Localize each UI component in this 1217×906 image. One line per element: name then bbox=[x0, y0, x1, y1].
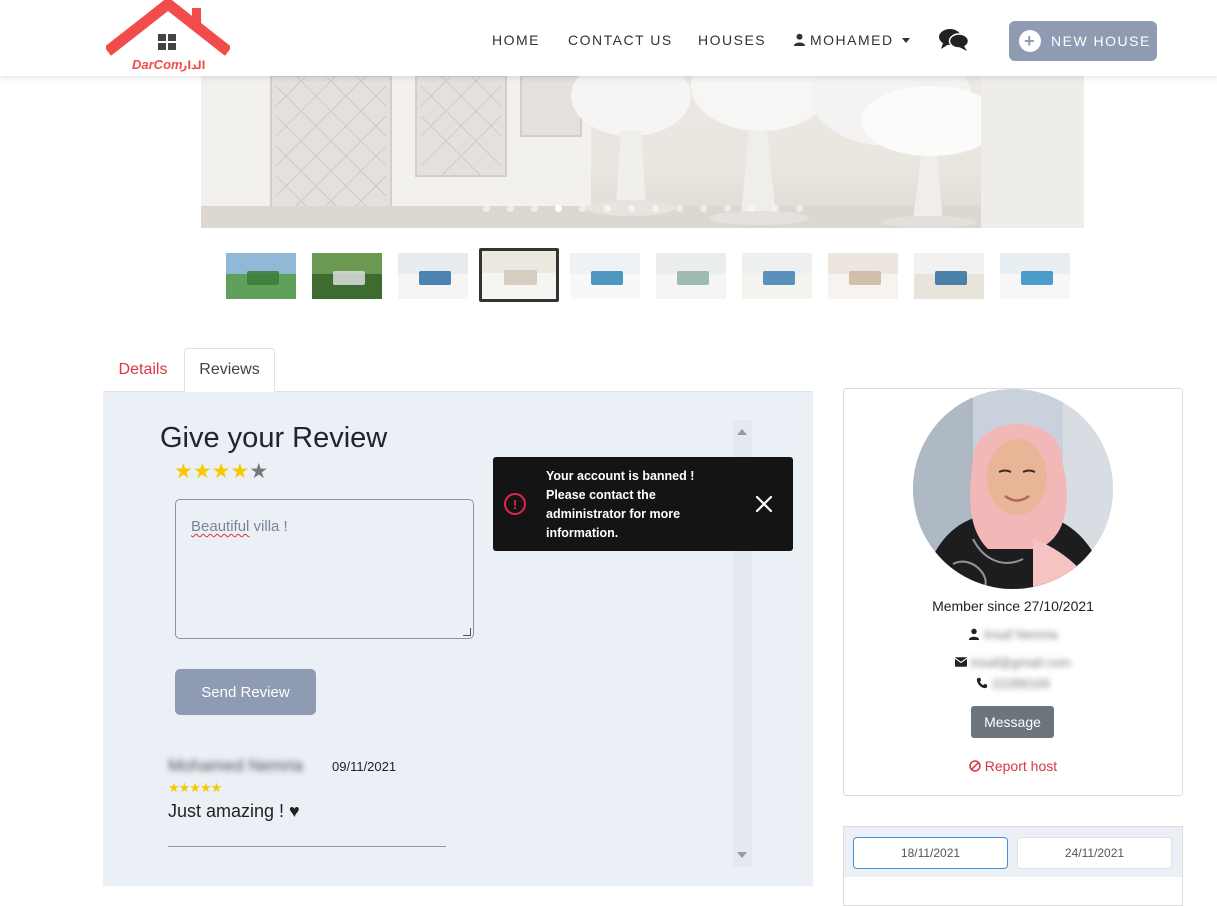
house-photo-main bbox=[201, 76, 1084, 228]
thumbnail-image-detail bbox=[677, 271, 709, 286]
house-photo-thumbnail[interactable] bbox=[828, 253, 898, 299]
host-email-row: insaf@gmail.com bbox=[843, 655, 1183, 670]
thumbnail-image-detail bbox=[763, 271, 795, 286]
house-photo-thumbnail[interactable] bbox=[570, 253, 640, 299]
thumbnail-image-detail bbox=[333, 271, 365, 286]
thumbnail-image-detail bbox=[849, 271, 881, 286]
user-name: MOHAMED bbox=[810, 32, 894, 48]
rating-star-icon[interactable]: ★ bbox=[193, 460, 212, 483]
plus-icon: + bbox=[1019, 30, 1041, 52]
chat-icon[interactable] bbox=[939, 28, 969, 52]
thumbnail-image-detail bbox=[935, 271, 967, 286]
new-house-label: NEW HOUSE bbox=[1051, 33, 1151, 49]
ban-icon bbox=[969, 760, 981, 772]
house-photo-thumbnail[interactable] bbox=[656, 253, 726, 299]
rating-star-icon[interactable]: ★ bbox=[249, 460, 268, 483]
review-form-title: Give your Review bbox=[160, 422, 388, 454]
house-photo-thumbnail[interactable] bbox=[742, 253, 812, 299]
carousel-dot[interactable] bbox=[724, 205, 731, 212]
carousel-dot[interactable] bbox=[651, 205, 659, 212]
host-avatar bbox=[913, 389, 1113, 589]
nav-houses-link[interactable]: HOUSES bbox=[698, 32, 766, 48]
review-date: 09/11/2021 bbox=[332, 759, 397, 774]
host-name-row: Insaf Nemria bbox=[843, 627, 1183, 642]
logo-text-latin: DarCom bbox=[132, 57, 183, 72]
reviewer-name: Mohamed Nemria bbox=[168, 756, 304, 775]
rating-star-icon[interactable]: ★ bbox=[230, 460, 249, 483]
review-divider bbox=[168, 846, 446, 847]
close-icon[interactable] bbox=[755, 495, 773, 513]
darcom-logo[interactable]: DarCom الدار bbox=[106, 0, 230, 74]
thumbnail-image-detail bbox=[419, 271, 451, 286]
thumbnail-image-detail bbox=[1021, 271, 1053, 286]
host-phone: 22289169 bbox=[991, 676, 1050, 691]
tab-details[interactable]: Details bbox=[103, 348, 183, 392]
logo-text-arabic: الدار bbox=[180, 59, 205, 72]
host-phone-row: 22289169 bbox=[843, 676, 1183, 691]
message-host-button[interactable]: Message bbox=[971, 706, 1054, 738]
host-name: Insaf Nemria bbox=[983, 627, 1058, 642]
carousel-dot[interactable] bbox=[699, 205, 707, 212]
carousel-dot[interactable] bbox=[603, 205, 611, 212]
house-photo-thumbnail[interactable] bbox=[914, 253, 984, 299]
review-text-input[interactable]: Beautiful villa ! bbox=[175, 499, 474, 639]
user-icon bbox=[793, 33, 806, 46]
review-text-word: Beautiful bbox=[191, 518, 250, 535]
thumbnail-image-detail bbox=[591, 271, 623, 286]
checkin-date-input[interactable]: 18/11/2021 bbox=[853, 837, 1008, 869]
rating-star-icon[interactable]: ★ bbox=[174, 460, 193, 483]
member-since: Member since 27/10/2021 bbox=[932, 598, 1094, 614]
house-photo-thumbnail[interactable] bbox=[226, 253, 296, 299]
rating-star-icon[interactable]: ★ bbox=[212, 460, 231, 483]
thumbnail-image-detail bbox=[247, 271, 279, 286]
resize-handle-icon[interactable] bbox=[463, 628, 471, 636]
house-photo-thumbnail[interactable] bbox=[1000, 253, 1070, 299]
review-rating-stars: ★★★★★ bbox=[168, 780, 222, 795]
chevron-down-icon bbox=[901, 38, 910, 43]
rating-stars[interactable]: ★★★★★ bbox=[174, 460, 268, 484]
tab-reviews[interactable]: Reviews bbox=[184, 348, 275, 392]
toast-message: Your account is banned ! Please contact … bbox=[546, 469, 695, 540]
report-host-link[interactable]: Report host bbox=[843, 758, 1183, 774]
host-email: insaf@gmail.com bbox=[970, 655, 1071, 670]
phone-icon bbox=[977, 677, 988, 689]
error-icon: ! bbox=[504, 493, 526, 515]
house-photo-thumbnail[interactable] bbox=[312, 253, 382, 299]
scroll-down-arrow-icon[interactable] bbox=[737, 852, 747, 858]
house-photo-thumbnail[interactable] bbox=[398, 253, 468, 299]
thumbnail-image-detail bbox=[504, 270, 538, 285]
new-house-button[interactable]: + NEW HOUSE bbox=[1009, 21, 1157, 61]
send-review-button[interactable]: Send Review bbox=[175, 669, 316, 715]
review-text: Just amazing ! ♥ bbox=[168, 801, 300, 821]
user-dropdown[interactable]: MOHAMED bbox=[793, 32, 910, 48]
nav-contact-link[interactable]: CONTACT US bbox=[568, 32, 673, 48]
checkout-date-input[interactable]: 24/11/2021 bbox=[1017, 837, 1172, 869]
review-text-rest: villa ! bbox=[249, 518, 288, 535]
top-navbar: DarCom الدار HOME CONTACT US HOUSES MOHA… bbox=[0, 0, 1217, 76]
house-photo-illustration bbox=[201, 76, 1084, 228]
carousel-dot[interactable] bbox=[627, 205, 635, 212]
user-icon bbox=[969, 628, 980, 640]
house-photo-thumbnail[interactable] bbox=[479, 248, 559, 302]
carousel-dot[interactable] bbox=[483, 205, 490, 212]
error-toast: ! Your account is banned ! Please contac… bbox=[493, 457, 793, 551]
report-host-label: Report host bbox=[984, 758, 1058, 774]
envelope-icon bbox=[954, 657, 968, 667]
nav-home-link[interactable]: HOME bbox=[492, 32, 540, 48]
scroll-up-arrow-icon[interactable] bbox=[737, 429, 747, 435]
carousel-dot[interactable] bbox=[675, 205, 683, 212]
